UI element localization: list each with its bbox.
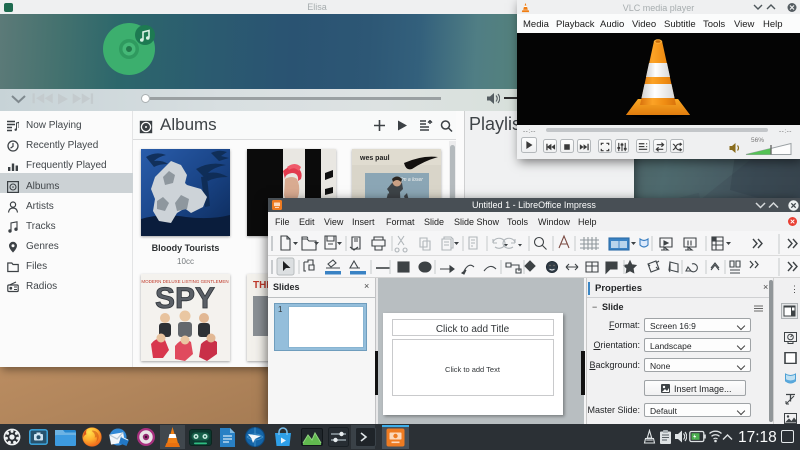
svg-text:SPY: SPY <box>155 282 215 315</box>
svg-text:I'm a loser: I'm a loser <box>400 177 423 183</box>
svg-text:wes paul: wes paul <box>359 155 390 162</box>
